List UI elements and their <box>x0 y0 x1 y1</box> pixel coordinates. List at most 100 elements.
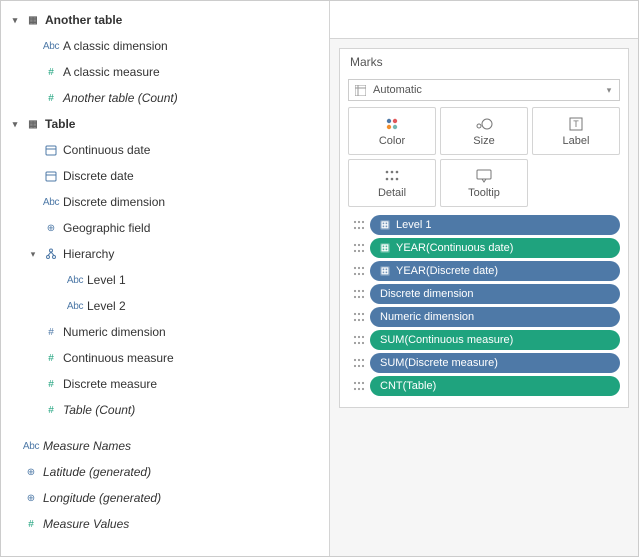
field-row[interactable]: # Measure Values <box>7 511 329 537</box>
pill-row[interactable]: ⊞YEAR(Continuous date) <box>348 238 620 258</box>
field-row[interactable]: Abc Level 2 <box>7 293 329 319</box>
field-label: Latitude (generated) <box>43 465 151 479</box>
field-label: Continuous measure <box>63 351 174 365</box>
table-icon: ▦ <box>21 15 45 26</box>
pill-row[interactable]: ⊞YEAR(Discrete date) <box>348 261 620 281</box>
field-row[interactable]: ⊕ Longitude (generated) <box>7 485 329 511</box>
field-label: Table (Count) <box>63 403 135 417</box>
pill-list: ⊞ Level 1 ⊞YEAR(Continuous date) ⊞YEAR(Di… <box>340 213 628 396</box>
field-label: Level 2 <box>87 299 126 313</box>
field-row[interactable]: # Table (Count) <box>7 397 329 423</box>
filters-area <box>330 1 638 39</box>
svg-text:T: T <box>573 119 579 129</box>
globe-icon: ⊕ <box>19 467 43 478</box>
data-pane[interactable]: ▾ ▦ Another table Abc A classic dimensio… <box>1 1 329 556</box>
numeric-dimension-icon: # <box>39 327 63 338</box>
automatic-mark-icon <box>349 85 371 96</box>
pill-row[interactable]: SUM(Discrete measure) <box>348 353 620 373</box>
field-row[interactable]: Abc A classic dimension <box>7 33 329 59</box>
measure-icon: # <box>39 353 63 364</box>
measure-icon: # <box>39 405 63 416</box>
field-label: Hierarchy <box>63 247 114 261</box>
pill[interactable]: ⊞YEAR(Continuous date) <box>370 238 620 258</box>
pill[interactable]: Discrete dimension <box>370 284 620 304</box>
field-row[interactable]: ⊕ Latitude (generated) <box>7 459 329 485</box>
tooltip-shelf[interactable]: Tooltip <box>440 159 528 207</box>
pill[interactable]: SUM(Discrete measure) <box>370 353 620 373</box>
hierarchy-row[interactable]: ▾ Hierarchy <box>7 241 329 267</box>
measure-icon: # <box>19 519 43 530</box>
pill[interactable]: CNT(Table) <box>370 376 620 396</box>
pill-row[interactable]: SUM(Continuous measure) <box>348 330 620 350</box>
pill-label: Discrete dimension <box>380 288 474 300</box>
mark-type-selector[interactable]: Automatic ▾ <box>348 79 620 101</box>
text-field-icon: Abc <box>39 197 63 208</box>
label-icon: T <box>569 116 583 132</box>
expand-icon[interactable]: ⊞ <box>380 220 390 230</box>
field-row[interactable]: Abc Level 1 <box>7 267 329 293</box>
detail-icon <box>348 220 370 230</box>
pill[interactable]: SUM(Continuous measure) <box>370 330 620 350</box>
text-field-icon: Abc <box>39 41 63 52</box>
label-shelf[interactable]: T Label <box>532 107 620 155</box>
detail-icon <box>348 266 370 276</box>
field-row[interactable]: # Numeric dimension <box>7 319 329 345</box>
field-row[interactable]: # Continuous measure <box>7 345 329 371</box>
pill-row[interactable]: ⊞ Level 1 <box>348 215 620 235</box>
pill-label: Level 1 <box>396 219 431 231</box>
field-label: Level 1 <box>87 273 126 287</box>
pill-row[interactable]: Discrete dimension <box>348 284 620 304</box>
table-header[interactable]: ▾ ▦ Table <box>7 111 329 137</box>
shelf-label: Size <box>473 135 494 147</box>
text-field-icon: Abc <box>63 301 87 312</box>
detail-icon <box>348 381 370 391</box>
detail-icon <box>348 289 370 299</box>
detail-icon <box>348 335 370 345</box>
field-label: Discrete measure <box>63 377 157 391</box>
table-name: Table <box>45 117 75 131</box>
table-header[interactable]: ▾ ▦ Another table <box>7 7 329 33</box>
size-shelf[interactable]: Size <box>440 107 528 155</box>
marks-title: Marks <box>340 49 628 75</box>
expand-icon[interactable]: ⊞ <box>380 266 390 276</box>
mark-type-label: Automatic <box>371 84 599 96</box>
pill[interactable]: ⊞ Level 1 <box>370 215 620 235</box>
shelf-label: Tooltip <box>468 187 500 199</box>
field-row[interactable]: Continuous date <box>7 137 329 163</box>
color-shelf[interactable]: Color <box>348 107 436 155</box>
text-field-icon: Abc <box>19 441 43 452</box>
pill-row[interactable]: CNT(Table) <box>348 376 620 396</box>
table-icon: ▦ <box>21 119 45 130</box>
detail-icon <box>348 358 370 368</box>
pill-label: SUM(Continuous measure) <box>380 334 513 346</box>
caret-down-icon: ▾ <box>9 15 21 26</box>
field-label: A classic dimension <box>63 39 168 53</box>
shelves-panel: Marks Automatic ▾ Color <box>329 1 638 556</box>
shelf-label: Color <box>379 135 405 147</box>
field-label: Continuous date <box>63 143 150 157</box>
field-row[interactable]: # Another table (Count) <box>7 85 329 111</box>
measure-icon: # <box>39 93 63 104</box>
field-row[interactable]: # Discrete measure <box>7 371 329 397</box>
field-label: Longitude (generated) <box>43 491 161 505</box>
text-field-icon: Abc <box>63 275 87 286</box>
pill-label: SUM(Discrete measure) <box>380 357 498 369</box>
detail-shelf[interactable]: Detail <box>348 159 436 207</box>
detail-icon <box>348 312 370 322</box>
pill[interactable]: ⊞YEAR(Discrete date) <box>370 261 620 281</box>
field-row[interactable]: Abc Measure Names <box>7 433 329 459</box>
field-label: A classic measure <box>63 65 160 79</box>
measure-icon: # <box>39 379 63 390</box>
pill[interactable]: Numeric dimension <box>370 307 620 327</box>
field-row[interactable]: Abc Discrete dimension <box>7 189 329 215</box>
pill-row[interactable]: Numeric dimension <box>348 307 620 327</box>
field-row[interactable]: # A classic measure <box>7 59 329 85</box>
detail-icon <box>385 168 399 184</box>
tooltip-icon <box>476 168 492 184</box>
expand-icon[interactable]: ⊞ <box>380 243 390 253</box>
field-label: Discrete dimension <box>63 195 165 209</box>
field-label: Numeric dimension <box>63 325 166 339</box>
field-row[interactable]: Discrete date <box>7 163 329 189</box>
shelf-label: Detail <box>378 187 406 199</box>
field-row[interactable]: ⊕ Geographic field <box>7 215 329 241</box>
